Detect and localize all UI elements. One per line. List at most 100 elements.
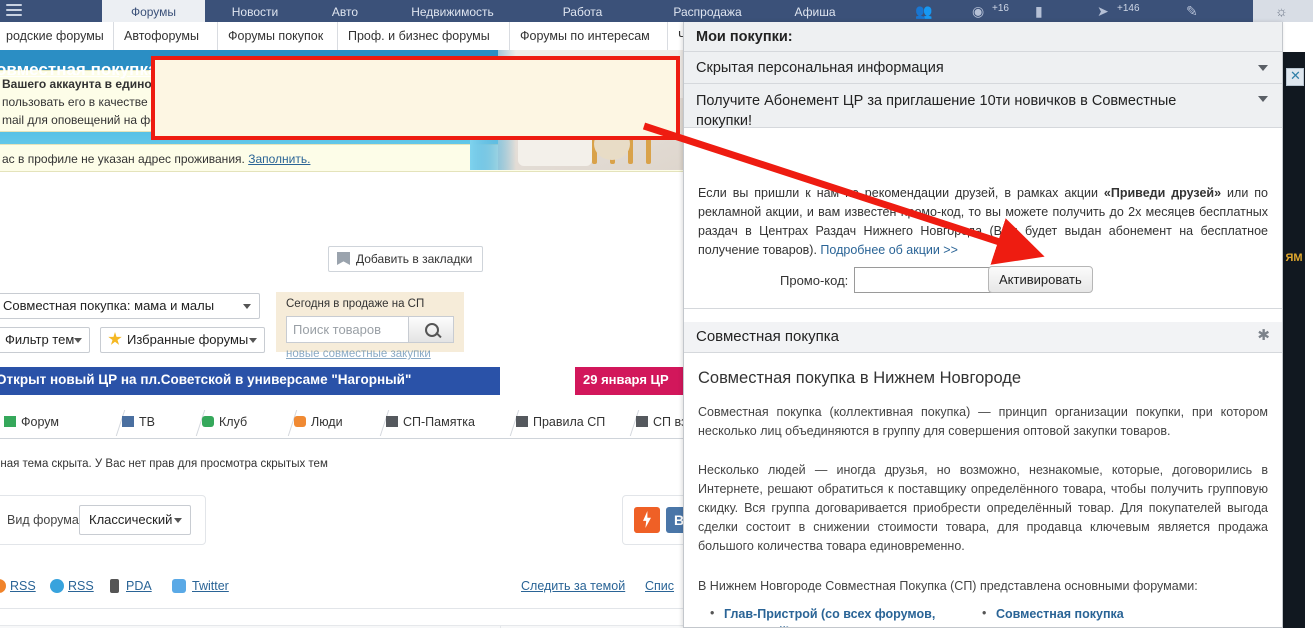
panel-row-label: Скрытая персональная информация — [696, 60, 944, 76]
vk-button[interactable]: B — [666, 507, 683, 533]
cat-interest-forums[interactable]: Форумы по интересам — [510, 22, 668, 50]
tab-sp-rules[interactable]: Правила СП — [516, 408, 640, 437]
rss-blue-icon — [50, 579, 64, 593]
ad-text: ЯМ — [1285, 252, 1303, 264]
nav-tab-forums[interactable]: Форумы — [102, 0, 205, 22]
tab-label: Форум — [21, 415, 59, 429]
video-icon — [122, 416, 134, 427]
section-title: Совместная покупка — [696, 328, 839, 345]
cat-label: Форумы покупок — [228, 29, 324, 43]
activate-button[interactable]: Активировать — [988, 266, 1093, 293]
document-icon — [636, 416, 648, 427]
bolt-icon — [643, 511, 651, 528]
hamburger-icon[interactable] — [6, 4, 22, 17]
tab-label: СП-Памятка — [403, 415, 475, 429]
fill-address-link[interactable]: Заполнить. — [248, 152, 310, 166]
chevron-down-icon[interactable] — [1258, 65, 1268, 71]
view-value: Классический — [89, 512, 173, 527]
twitter-link[interactable]: Twitter — [192, 579, 229, 593]
nav-tab-news[interactable]: Новости — [205, 0, 305, 22]
announcement-strip-blue[interactable]: Открыт новый ЦР на пл.Советской в универ… — [0, 367, 500, 395]
article-heading: Совместная покупка в Нижнем Новгороде — [698, 369, 1022, 387]
topic-filter-button[interactable]: Фильтр тем — [0, 327, 90, 353]
article-paragraph-1: Совместная покупка (коллективная покупка… — [698, 405, 1268, 438]
sp-title-link[interactable]: овместная покупка — [0, 60, 157, 79]
chevron-down-icon[interactable] — [1258, 96, 1268, 102]
favorite-forums-label: Избранные форумы — [127, 332, 249, 347]
mail-icon[interactable]: ➤ — [1097, 1, 1109, 21]
tab-club[interactable]: Клуб — [202, 408, 298, 437]
tab-sp-adult[interactable]: СП взрослый — [636, 408, 683, 437]
tab-forum[interactable]: Форум — [4, 408, 126, 437]
nav-tab-jobs[interactable]: Работа — [520, 0, 645, 22]
promo-code-form: Промо-код: Активировать — [684, 265, 1282, 299]
forum-category-bar: родские форумы Автофорумы Форумы покупок… — [0, 22, 686, 51]
cat-business-forums[interactable]: Проф. и бизнес форумы — [338, 22, 510, 50]
my-purchases-panel: Мои покупки: Скрытая персональная информ… — [683, 22, 1283, 628]
favorite-forums-button[interactable]: Избранные форумы — [100, 327, 265, 353]
asterisk-icon[interactable]: ✱ — [1257, 326, 1270, 344]
nav-tab-label: Авто — [331, 5, 359, 19]
rss-link-2[interactable]: RSS — [68, 579, 94, 593]
forum-view-select[interactable]: Классический — [79, 505, 191, 535]
account-notice-line2: пользовать его в качестве — [2, 95, 148, 109]
article-paragraph-2: Несколько людей — иногда друзья, но возм… — [698, 463, 1268, 553]
article-paragraph-3: В Нижнем Новгороде Совместная Покупка (С… — [698, 579, 1198, 593]
tab-label: Правила СП — [533, 415, 606, 429]
topic-filter-label: Фильтр тем — [5, 332, 75, 347]
tab-tv[interactable]: ТВ — [122, 408, 206, 437]
tab-people[interactable]: Люди — [294, 408, 390, 437]
pencil-icon[interactable]: ✎ — [1186, 1, 1198, 21]
list-link[interactable]: Спис — [645, 579, 674, 593]
section-header-joint-purchase: Совместная покупка ✱ — [684, 322, 1282, 353]
magnifier-icon — [425, 323, 439, 337]
zen-button[interactable] — [634, 507, 660, 533]
cat-city-forums[interactable]: родские форумы — [0, 22, 114, 50]
forum-link-sovmestnaya-pokupka[interactable]: Совместная покупка — [982, 604, 1226, 623]
notifications-badge: +16 — [992, 3, 1009, 14]
nav-tab-auto[interactable]: Авто — [305, 0, 385, 22]
search-button[interactable] — [408, 316, 454, 343]
rss-link-1[interactable]: RSS — [10, 579, 36, 593]
forum-link-glav-pristroy[interactable]: Глав-Пристрой (со всех форумов, взрослый… — [710, 604, 939, 627]
nav-tab-afisha[interactable]: Афиша — [770, 0, 860, 22]
announcement-strip-pink[interactable]: 29 января ЦР — [575, 367, 683, 395]
announcement-date: 29 января ЦР — [583, 372, 669, 387]
chevron-down-icon — [174, 518, 182, 523]
watch-topic-link[interactable]: Следить за темой — [521, 579, 625, 593]
tab-label: Люди — [311, 415, 343, 429]
hidden-topic-message: нная тема скрыта. У Вас нет прав для про… — [0, 458, 328, 470]
nav-tab-sale[interactable]: Распродажа — [645, 0, 770, 22]
people-icon[interactable]: 👥 — [915, 1, 932, 21]
new-purchases-link[interactable]: новые совместные закупки — [286, 348, 431, 360]
view-label: Вид форума: — [7, 513, 83, 527]
tab-label: СП взрослый — [653, 415, 683, 429]
close-icon[interactable]: ✕ — [1286, 68, 1304, 86]
notifications-icon[interactable]: ◉ — [972, 1, 984, 21]
pda-link[interactable]: PDA — [126, 579, 152, 593]
promo-description: Если вы пришли к нам по рекомендации дру… — [698, 184, 1268, 260]
chevron-down-icon — [249, 338, 257, 343]
people-icon — [202, 416, 214, 427]
cart-icon[interactable]: ☼ — [1253, 0, 1313, 22]
tab-sp-memo[interactable]: СП-Памятка — [386, 408, 520, 437]
nav-tab-label: Распродажа — [673, 5, 742, 19]
promo-more-link[interactable]: Подробнее об акции >> — [820, 243, 958, 257]
promo-code-input[interactable] — [854, 267, 994, 293]
panel-row-hidden-info[interactable]: Скрытая персональная информация — [684, 52, 1282, 84]
messages-icon[interactable]: ▮ — [1035, 1, 1043, 21]
chevron-down-icon — [74, 338, 82, 343]
nav-tab-realty[interactable]: Недвижимость — [385, 0, 520, 22]
nav-tab-label: Форумы — [130, 5, 177, 19]
bookmark-star-icon — [337, 252, 350, 265]
panel-row-get-subscription[interactable]: Получите Абонемент ЦР за приглашение 10т… — [684, 84, 1282, 129]
cat-auto-forums[interactable]: Автофорумы — [114, 22, 218, 50]
tab-label: Клуб — [219, 415, 248, 429]
search-input[interactable]: Поиск товаров — [286, 316, 408, 343]
add-bookmark-button[interactable]: Добавить в закладки — [328, 246, 484, 272]
product-search: Поиск товаров — [286, 316, 454, 343]
side-ad-strip[interactable]: ЯМ — [1283, 52, 1305, 628]
forum-select[interactable]: Совместная покупка: мама и малы — [0, 293, 260, 319]
cat-shopping-forums[interactable]: Форумы покупок — [218, 22, 338, 50]
person-icon — [294, 416, 306, 427]
